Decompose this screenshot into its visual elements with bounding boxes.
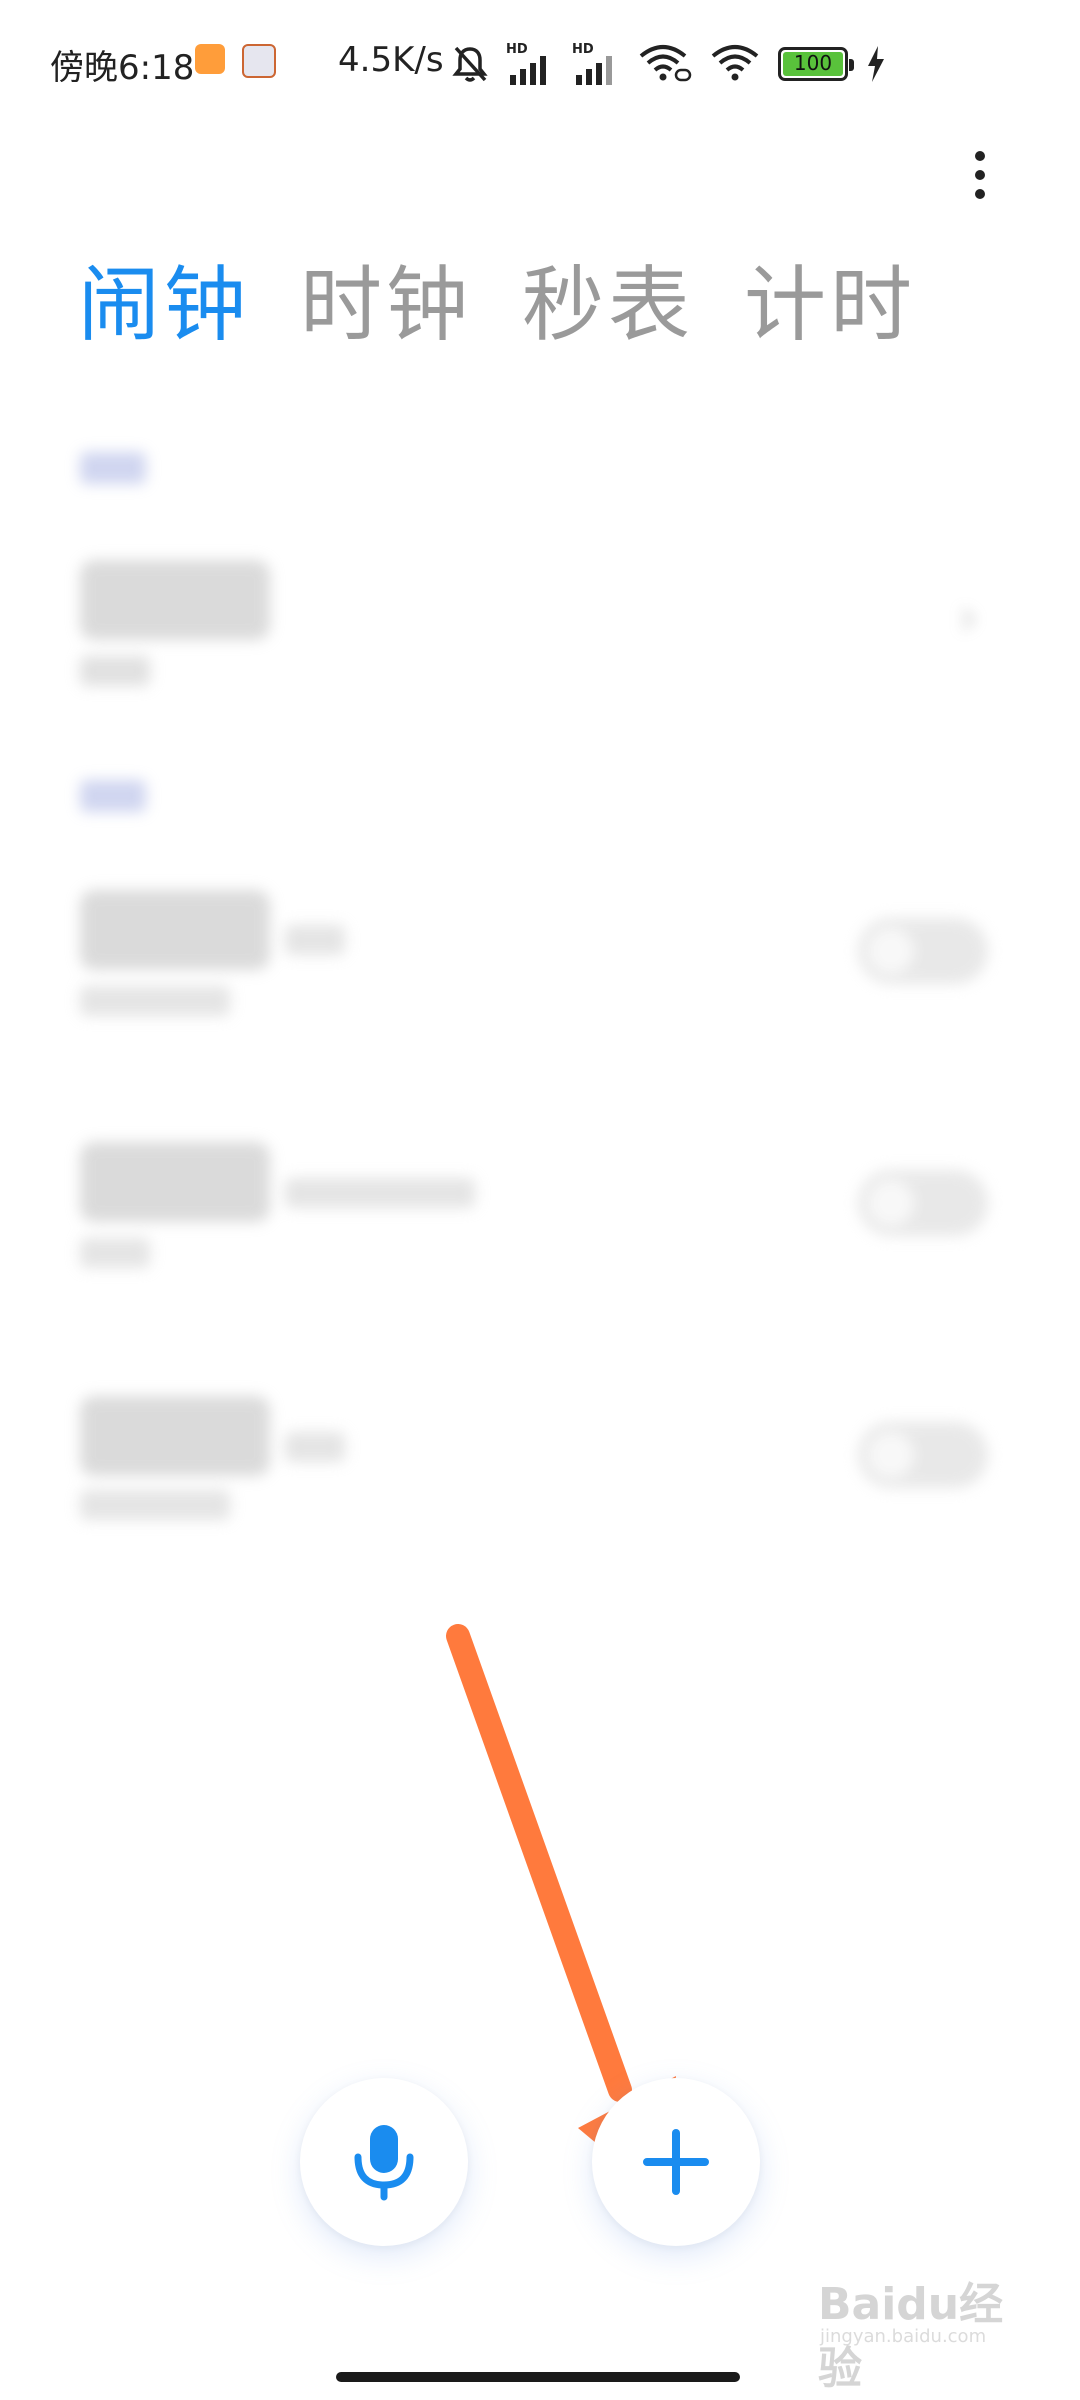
tab-timer[interactable]: 计时 [744, 256, 916, 356]
alarm-sub-placeholder [80, 986, 230, 1016]
alarm-toggle[interactable] [858, 1170, 988, 1236]
alarm-sub-placeholder [80, 656, 150, 686]
battery-icon: 100 [778, 47, 854, 81]
alarm-sub-placeholder [80, 1490, 230, 1520]
svg-text:HD: HD [506, 42, 528, 57]
mobile-app-notification-icon [242, 44, 276, 78]
home-indicator[interactable] [336, 2372, 740, 2382]
alarm-suffix-placeholder [285, 925, 345, 955]
more-vertical-icon-dot [975, 189, 985, 199]
wifi-icon [711, 45, 759, 81]
signal-hd-icon: HD [572, 42, 612, 85]
alarm-time-placeholder [80, 890, 270, 970]
section-label [80, 780, 146, 812]
alarm-sub-placeholder [80, 1238, 150, 1268]
more-options-button[interactable] [960, 145, 1000, 205]
tab-stopwatch[interactable]: 秒表 [522, 256, 694, 356]
charging-icon [868, 46, 884, 82]
battery-level: 100 [793, 51, 833, 75]
more-vertical-icon [975, 151, 985, 161]
signal-hd-icon: HD [506, 42, 546, 85]
status-icons: HD HD 100 [452, 36, 886, 92]
clock-tabs: 闹钟 时钟 秒表 计时 [78, 256, 916, 356]
alarm-toggle[interactable] [858, 918, 988, 984]
alarm-time-placeholder [80, 1142, 270, 1222]
taobao-notification-icon [195, 44, 225, 74]
baidu-watermark: Baidu经验 jingyan.baidu.com [818, 2268, 1018, 2394]
tab-alarm[interactable]: 闹钟 [78, 256, 250, 356]
network-speed: 4.5K/s [338, 40, 444, 80]
tab-clock[interactable]: 时钟 [300, 256, 472, 356]
microphone-icon [354, 2125, 414, 2201]
alarm-list-blurred: › [0, 420, 1080, 1600]
status-time: 傍晚6:18 [50, 48, 195, 88]
status-bar: 傍晚6:18 4.5K/s HD HD 100 [0, 0, 1080, 130]
clock-app-screen: 傍晚6:18 4.5K/s HD HD 100 闹钟 时钟 秒表 计时 › Ba… [0, 0, 1080, 2400]
plus-icon [643, 2129, 709, 2195]
alarm-suffix-placeholder [285, 1432, 345, 1462]
alarm-time-placeholder [80, 560, 270, 640]
bell-muted-icon [452, 46, 488, 82]
chevron-right-icon: › [958, 588, 978, 646]
section-label [80, 452, 146, 484]
alarm-toggle[interactable] [858, 1422, 988, 1488]
wifi-link-icon [639, 45, 692, 82]
add-alarm-button[interactable] [592, 2078, 760, 2246]
alarm-time-placeholder [80, 1396, 270, 1476]
svg-text:HD: HD [572, 42, 594, 57]
voice-alarm-button[interactable] [300, 2078, 468, 2246]
more-vertical-icon-dot [975, 170, 985, 180]
alarm-suffix-placeholder [285, 1178, 475, 1208]
watermark-url: jingyan.baidu.com [820, 2326, 987, 2347]
